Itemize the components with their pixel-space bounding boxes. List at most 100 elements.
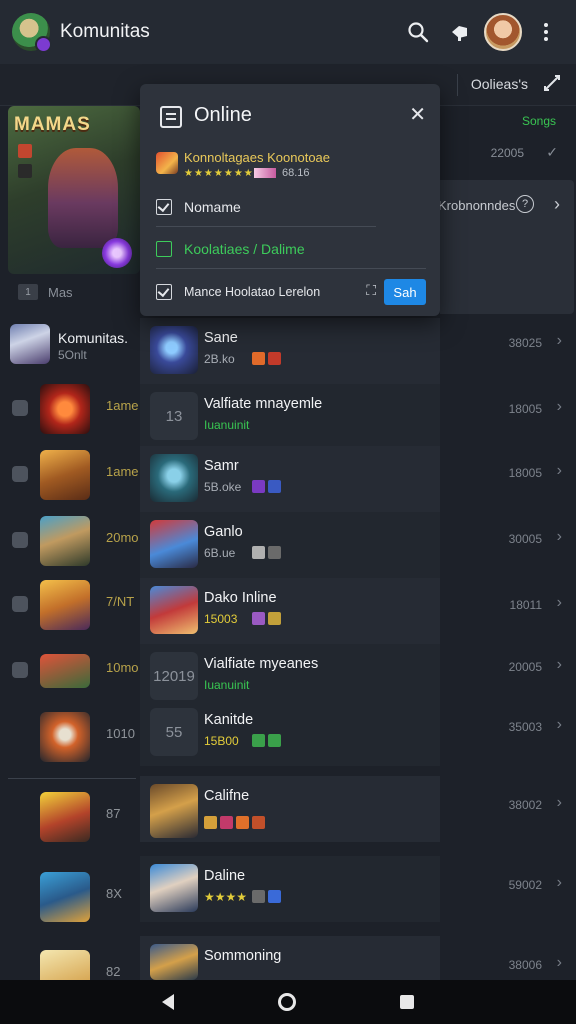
game-sub: Iuanuinit [204,678,250,692]
game-thumbnail [150,326,198,374]
chevron-right-icon[interactable]: › [557,794,562,812]
right-column: 38025 › 18005 › 18005 › 30005 › 18011 › … [440,318,576,978]
save-button[interactable]: Sah [384,279,426,305]
featured-game-card[interactable]: MAMAS [8,106,140,274]
game-placeholder: 13 [150,392,198,440]
app-root: Komunitas Oolieas's Songs 22005 ✓ Krobno… [0,0,576,1024]
list-item[interactable]: 8X [0,866,140,928]
game-thumbnail [150,586,198,634]
app-bar: Komunitas [0,0,576,64]
close-icon[interactable]: ✕ [409,102,426,127]
game-card[interactable]: Califne [140,776,440,842]
chevron-right-icon[interactable]: › [557,594,562,612]
game-card[interactable]: Dako Inline 15003 [140,578,440,644]
menu-item-online[interactable]: Koolatiaes / Dalime [156,234,426,264]
chevron-right-icon[interactable]: › [554,194,560,215]
check-icon: ✓ [546,144,558,160]
list-meta: 1ame [106,464,139,479]
recent-apps-icon[interactable] [400,995,414,1009]
list-item[interactable]: 7/NT [0,574,140,636]
game-card[interactable]: Ganlo 6B.ue [140,512,440,578]
game-sub: Iuanuinit [204,418,250,432]
list-item[interactable]: 87 [0,786,140,848]
right-panel-band[interactable]: Krobnonndes ? › [438,180,574,314]
list-count: 35003 [508,720,542,734]
game-sub: 15B00 [204,734,239,748]
game-thumbnail [150,944,198,980]
community-row[interactable]: Komunitas. 5Onlt [8,322,140,368]
chevron-right-icon[interactable]: › [557,716,562,734]
hero-image [48,148,118,248]
game-card[interactable]: 13 Valfiate mnayemle Iuanuinit [140,384,440,450]
game-card[interactable]: Daline ★★★★ [140,856,440,922]
game-card[interactable]: Samr 5B.oke [140,446,440,512]
tag-chips [204,816,265,829]
chevron-right-icon[interactable]: › [557,874,562,892]
game-title: Kanitde [204,712,254,728]
more-icon[interactable] [528,14,564,50]
game-thumbnail [40,384,90,434]
game-thumbnail [150,520,198,568]
game-thumbnail [40,516,90,566]
chevron-right-icon[interactable]: › [557,656,562,674]
popup-game-count: 68.16 [282,167,310,179]
game-card[interactable]: Sane 2B.ko [140,318,440,384]
menu-item-name[interactable]: Nomame [156,192,426,222]
list-meta: 10mo [106,660,139,675]
game-card[interactable]: 55 Kanitde 15B00 [140,700,440,766]
system-nav-bar [0,980,576,1024]
home-icon[interactable] [278,993,296,1011]
tag-chips [252,612,281,625]
expand-icon[interactable]: ⛶ [366,282,376,299]
expand-icon[interactable] [542,73,562,98]
magic-orb-image [102,238,132,268]
chevron-right-icon[interactable]: › [557,398,562,416]
back-icon[interactable] [162,994,174,1010]
menu-item-label: Mance Hoolatao Lerelon [184,285,321,299]
list-item[interactable]: 20mo [0,510,140,572]
divider [156,226,376,227]
game-title: Ganlo [204,524,243,540]
game-thumbnail [150,784,198,838]
game-title: Vialfiate myeanes [204,656,319,672]
checkbox[interactable] [156,199,172,215]
featured-tab-row[interactable]: 1 Mas [8,280,140,304]
tag-chips [252,546,281,559]
menu-item-label: Koolatiaes / Dalime [184,241,305,257]
list-count: 18005 [508,402,542,416]
divider [8,778,136,779]
pin-icon[interactable] [442,14,478,50]
search-icon[interactable] [400,14,436,50]
list-meta: 1ame [106,398,139,413]
game-thumbnail [150,454,198,502]
right-panel-label: Krobnonndes [438,198,516,213]
game-sub: 2B.ko [204,352,235,366]
list-count: 18005 [508,466,542,480]
list-item[interactable]: 1ame [0,378,140,440]
game-placeholder: 55 [150,708,198,756]
gear-icon [12,596,28,612]
chevron-right-icon[interactable]: › [557,462,562,480]
game-title: Sane [204,330,238,346]
menu-item-option[interactable]: Mance Hoolatao Lerelon [156,277,356,307]
user-avatar[interactable] [484,13,522,51]
chevron-right-icon[interactable]: › [557,332,562,350]
checkbox[interactable] [156,284,172,300]
play-icon [156,241,172,257]
list-item[interactable]: 1010 [0,706,140,768]
help-icon[interactable]: ? [516,195,534,213]
game-placeholder: 12019 [150,652,198,700]
chevron-right-icon[interactable]: › [557,954,562,972]
game-mini-icon [18,164,32,178]
tab-box: 1 [18,284,38,300]
chevron-right-icon[interactable]: › [557,528,562,546]
game-card[interactable]: Sommoning [140,936,440,980]
list-count: 38025 [508,336,542,350]
tag-chips [252,480,281,493]
list-meta: 20mo [106,530,139,545]
game-thumbnail [156,152,178,174]
list-item[interactable]: 10mo [0,640,140,702]
sub-bar-label[interactable]: Oolieas's [471,76,528,92]
list-item[interactable]: 1ame [0,444,140,506]
app-logo[interactable] [12,13,52,53]
